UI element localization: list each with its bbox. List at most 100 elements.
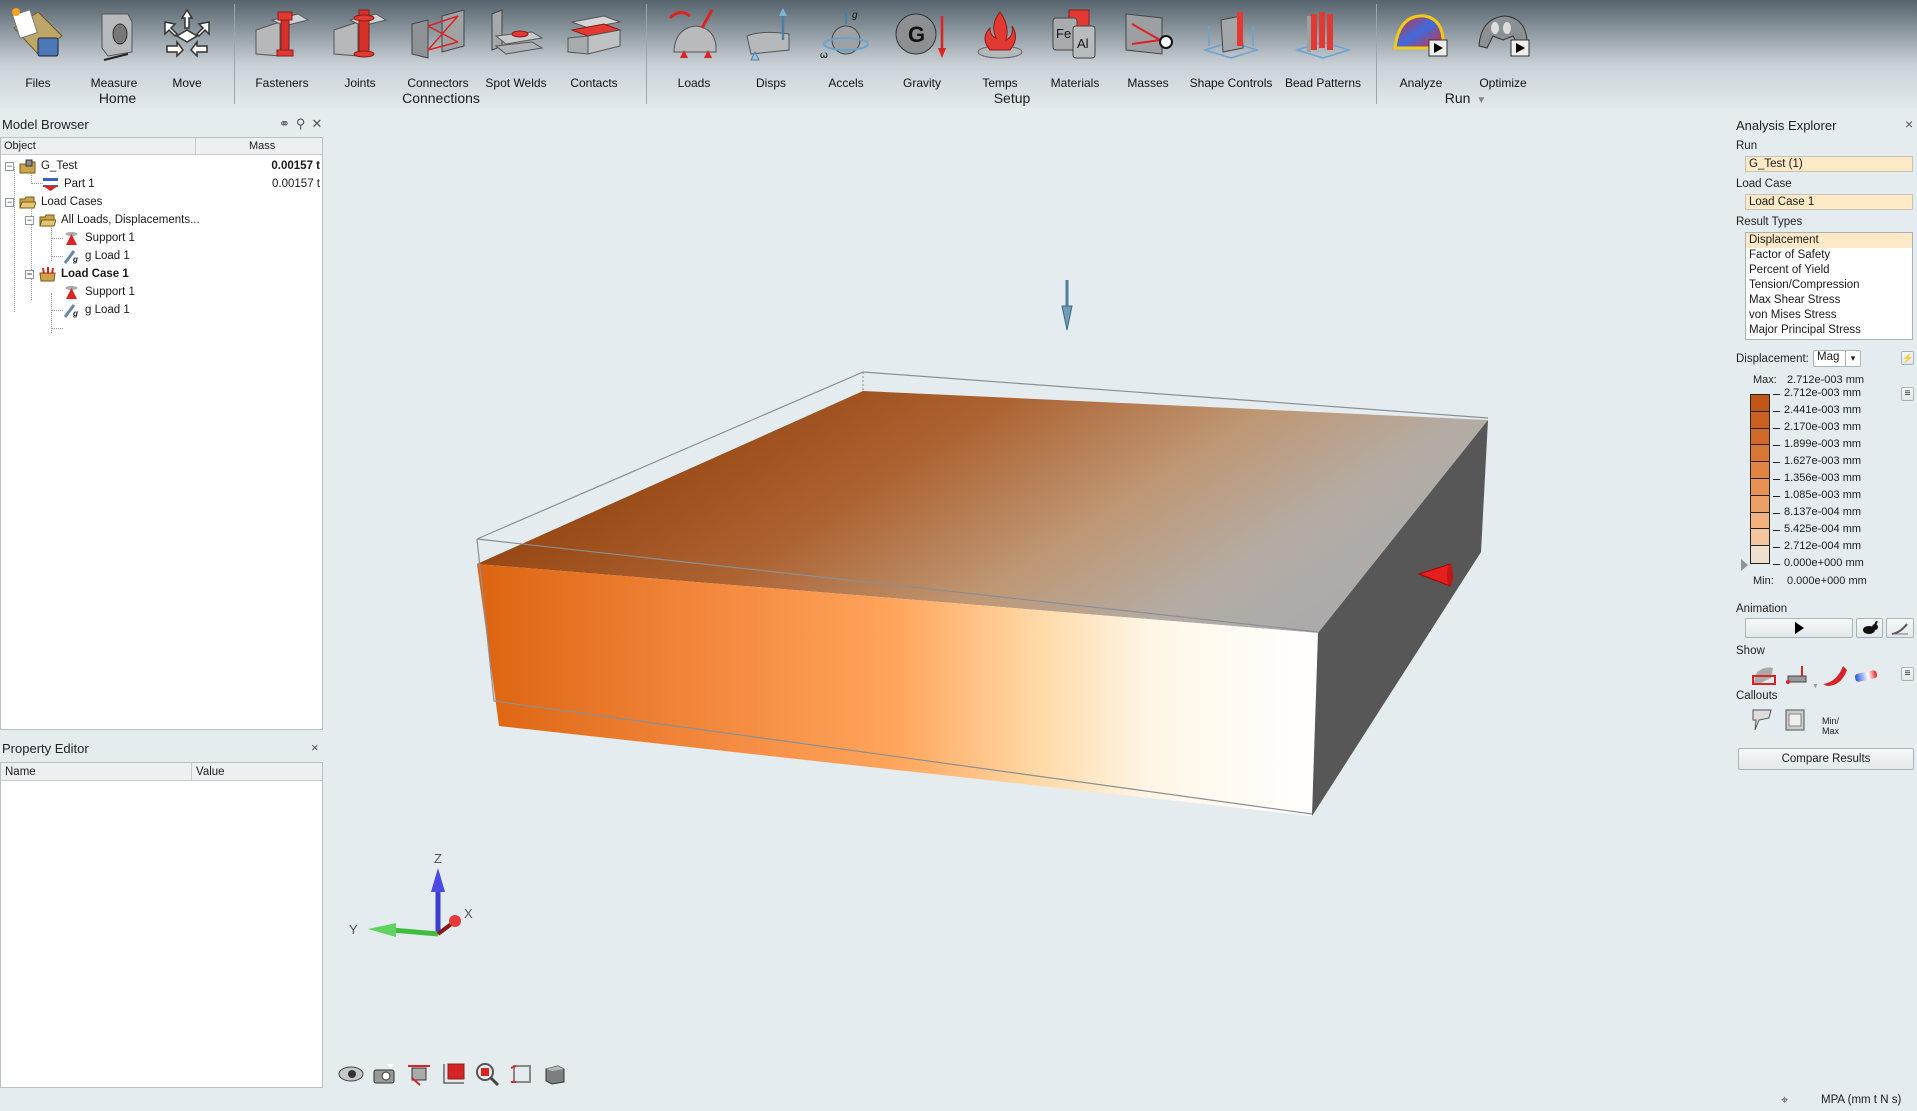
tree-row-part-1[interactable]: Part 1 0.00157 t xyxy=(42,175,323,193)
result-type-max-shear-stress[interactable]: Max Shear Stress xyxy=(1746,293,1912,308)
run-select[interactable]: G_Test (1) xyxy=(1745,156,1913,172)
group-label-run[interactable]: Run ▼ xyxy=(1378,90,1553,106)
spot-welds-tool[interactable]: Spot Welds xyxy=(478,2,554,90)
move-tool[interactable]: Move xyxy=(149,2,225,90)
tree-item-label: Part 1 xyxy=(64,178,95,190)
contacts-label: Contacts xyxy=(570,76,618,90)
result-type-percent-of-yield[interactable]: Percent of Yield xyxy=(1746,263,1912,278)
tree-row-g-load-1[interactable]: g g Load 1 xyxy=(63,247,130,265)
tree-row-all-loads[interactable]: − All Loads, Displacements... xyxy=(25,211,200,229)
tree-row-load-case-1[interactable]: − Load Case 1 xyxy=(25,265,129,283)
show-menu-icon[interactable]: ≡ xyxy=(1901,667,1914,681)
accels-tool[interactable]: g ω Accels xyxy=(808,2,884,90)
animation-speed-button[interactable] xyxy=(1856,618,1883,638)
fasteners-tool[interactable]: Fasteners xyxy=(244,2,320,90)
show-options-dropdown-icon[interactable]: ▼ xyxy=(1812,683,1819,690)
group-label-setup: Setup xyxy=(993,90,1031,106)
search-icon[interactable]: ⚲ xyxy=(296,116,312,131)
view-toolbar xyxy=(338,1062,568,1086)
legend-menu-icon[interactable]: ≡ xyxy=(1901,387,1914,401)
tree-row-support-1[interactable]: Support 1 xyxy=(63,229,135,247)
connectors-tool[interactable]: Connectors xyxy=(400,2,476,90)
close-icon[interactable]: × xyxy=(1905,116,1913,132)
collapse-icon[interactable]: − xyxy=(25,215,34,225)
callout-table-icon[interactable] xyxy=(1784,708,1806,732)
result-type-major-principal-stress[interactable]: Major Principal Stress xyxy=(1746,323,1912,338)
tree-row-load-cases[interactable]: − Load Cases xyxy=(5,193,102,211)
property-editor-close-icon[interactable]: × xyxy=(311,740,325,755)
files-tool[interactable]: Files xyxy=(0,2,76,90)
model-viewport[interactable]: Z Y X xyxy=(326,108,1726,1111)
run-dropdown-icon[interactable]: ▼ xyxy=(1476,95,1486,106)
shape-controls-label: Shape Controls xyxy=(1189,76,1273,90)
optimize-tool[interactable]: Optimize xyxy=(1465,2,1541,90)
load-case-label: Load Case xyxy=(1736,178,1792,190)
view-eye-icon[interactable] xyxy=(338,1062,364,1086)
column-value[interactable]: Value xyxy=(196,766,225,778)
bead-patterns-tool[interactable]: Bead Patterns xyxy=(1285,2,1361,90)
callouts-label: Callouts xyxy=(1736,690,1778,702)
optimize-icon xyxy=(1478,15,1530,57)
shape-controls-tool[interactable]: Shape Controls xyxy=(1190,2,1272,90)
unit-system[interactable]: MPA (mm t N s) xyxy=(1821,1094,1901,1106)
collapse-icon[interactable]: − xyxy=(25,269,34,279)
zoom-icon[interactable] xyxy=(474,1062,500,1086)
result-type-tension-compression[interactable]: Tension/Compression xyxy=(1746,278,1912,293)
section-icon[interactable] xyxy=(406,1062,432,1086)
tree-row-g-load-1[interactable]: g g Load 1 xyxy=(63,301,130,319)
min-value: 0.000e+000 mm xyxy=(1787,575,1867,587)
binoculars-icon[interactable]: ⚭ xyxy=(279,116,296,131)
result-type-displacement[interactable]: Displacement xyxy=(1746,233,1912,248)
max-value: 2.712e-003 mm xyxy=(1787,374,1865,386)
result-type-factor-of-safety[interactable]: Factor of Safety xyxy=(1746,248,1912,263)
gravity-load-arrow[interactable] xyxy=(1061,280,1073,331)
compare-results-button[interactable]: Compare Results xyxy=(1738,748,1914,770)
cube-view-icon[interactable] xyxy=(542,1062,568,1086)
animation-mode-button[interactable] xyxy=(1886,618,1914,638)
snap-crosshair-icon[interactable]: ⌖ xyxy=(1781,1092,1788,1108)
transparency-icon[interactable] xyxy=(508,1062,534,1086)
contacts-tool[interactable]: Contacts xyxy=(556,2,632,90)
camera-icon[interactable] xyxy=(372,1062,398,1086)
tree-row-support-1[interactable]: Support 1 xyxy=(63,283,135,301)
y-axis-label: Y xyxy=(349,922,358,937)
column-object[interactable]: Object xyxy=(4,140,36,152)
bead-patterns-icon xyxy=(1294,12,1352,59)
masses-tool[interactable]: Masses xyxy=(1110,2,1186,90)
component-select[interactable]: Mag ▾ xyxy=(1813,350,1861,367)
load-case-select[interactable]: Load Case 1 xyxy=(1745,194,1913,210)
legend-slider-handle[interactable] xyxy=(1741,559,1748,571)
legend-value: 2.712e-004 mm xyxy=(1784,540,1862,552)
joints-tool[interactable]: Joints xyxy=(322,2,398,90)
lightning-icon[interactable]: ⚡ xyxy=(1901,351,1914,365)
tree-item-label: Load Case 1 xyxy=(61,268,129,280)
callout-probe-icon[interactable] xyxy=(1751,708,1773,732)
result-types-list[interactable]: Displacement Factor of Safety Percent of… xyxy=(1745,232,1913,340)
tree-item-label: All Loads, Displacements... xyxy=(61,214,200,226)
analyze-tool[interactable]: Analyze xyxy=(1383,2,1459,90)
result-type-von-mises-stress[interactable]: von Mises Stress xyxy=(1746,308,1912,323)
fit-view-icon[interactable] xyxy=(440,1062,466,1086)
column-mass[interactable]: Mass xyxy=(249,140,275,152)
column-name[interactable]: Name xyxy=(5,766,36,778)
loads-tool[interactable]: Loads xyxy=(656,2,732,90)
load-case-icon xyxy=(39,266,56,281)
show-contour-icon[interactable] xyxy=(1853,664,1879,686)
collapse-icon[interactable]: − xyxy=(5,161,14,171)
tree-row-g-test[interactable]: − G_Test 0.00157 t xyxy=(5,157,323,175)
chevron-down-icon: ▾ xyxy=(1845,351,1860,366)
min-max-callout-toggle[interactable]: Min/ Max xyxy=(1822,716,1839,736)
play-animation-button[interactable] xyxy=(1745,618,1853,638)
gravity-tool[interactable]: G Gravity xyxy=(884,2,960,90)
legend-value: 1.356e-003 mm xyxy=(1784,472,1862,484)
show-loads-icon[interactable] xyxy=(1784,664,1810,686)
collapse-icon[interactable]: − xyxy=(5,197,14,207)
legend-tick xyxy=(1773,445,1780,446)
model-browser-toolbar: ⚭⚲✕ xyxy=(279,116,328,132)
show-undeformed-icon[interactable] xyxy=(1751,664,1777,686)
shape-controls-icon xyxy=(1202,12,1260,59)
color-legend xyxy=(1750,394,1770,564)
show-deformed-icon[interactable] xyxy=(1821,664,1847,686)
tree-item-label: g Load 1 xyxy=(85,304,130,316)
deformation-curve-icon xyxy=(1891,623,1908,635)
